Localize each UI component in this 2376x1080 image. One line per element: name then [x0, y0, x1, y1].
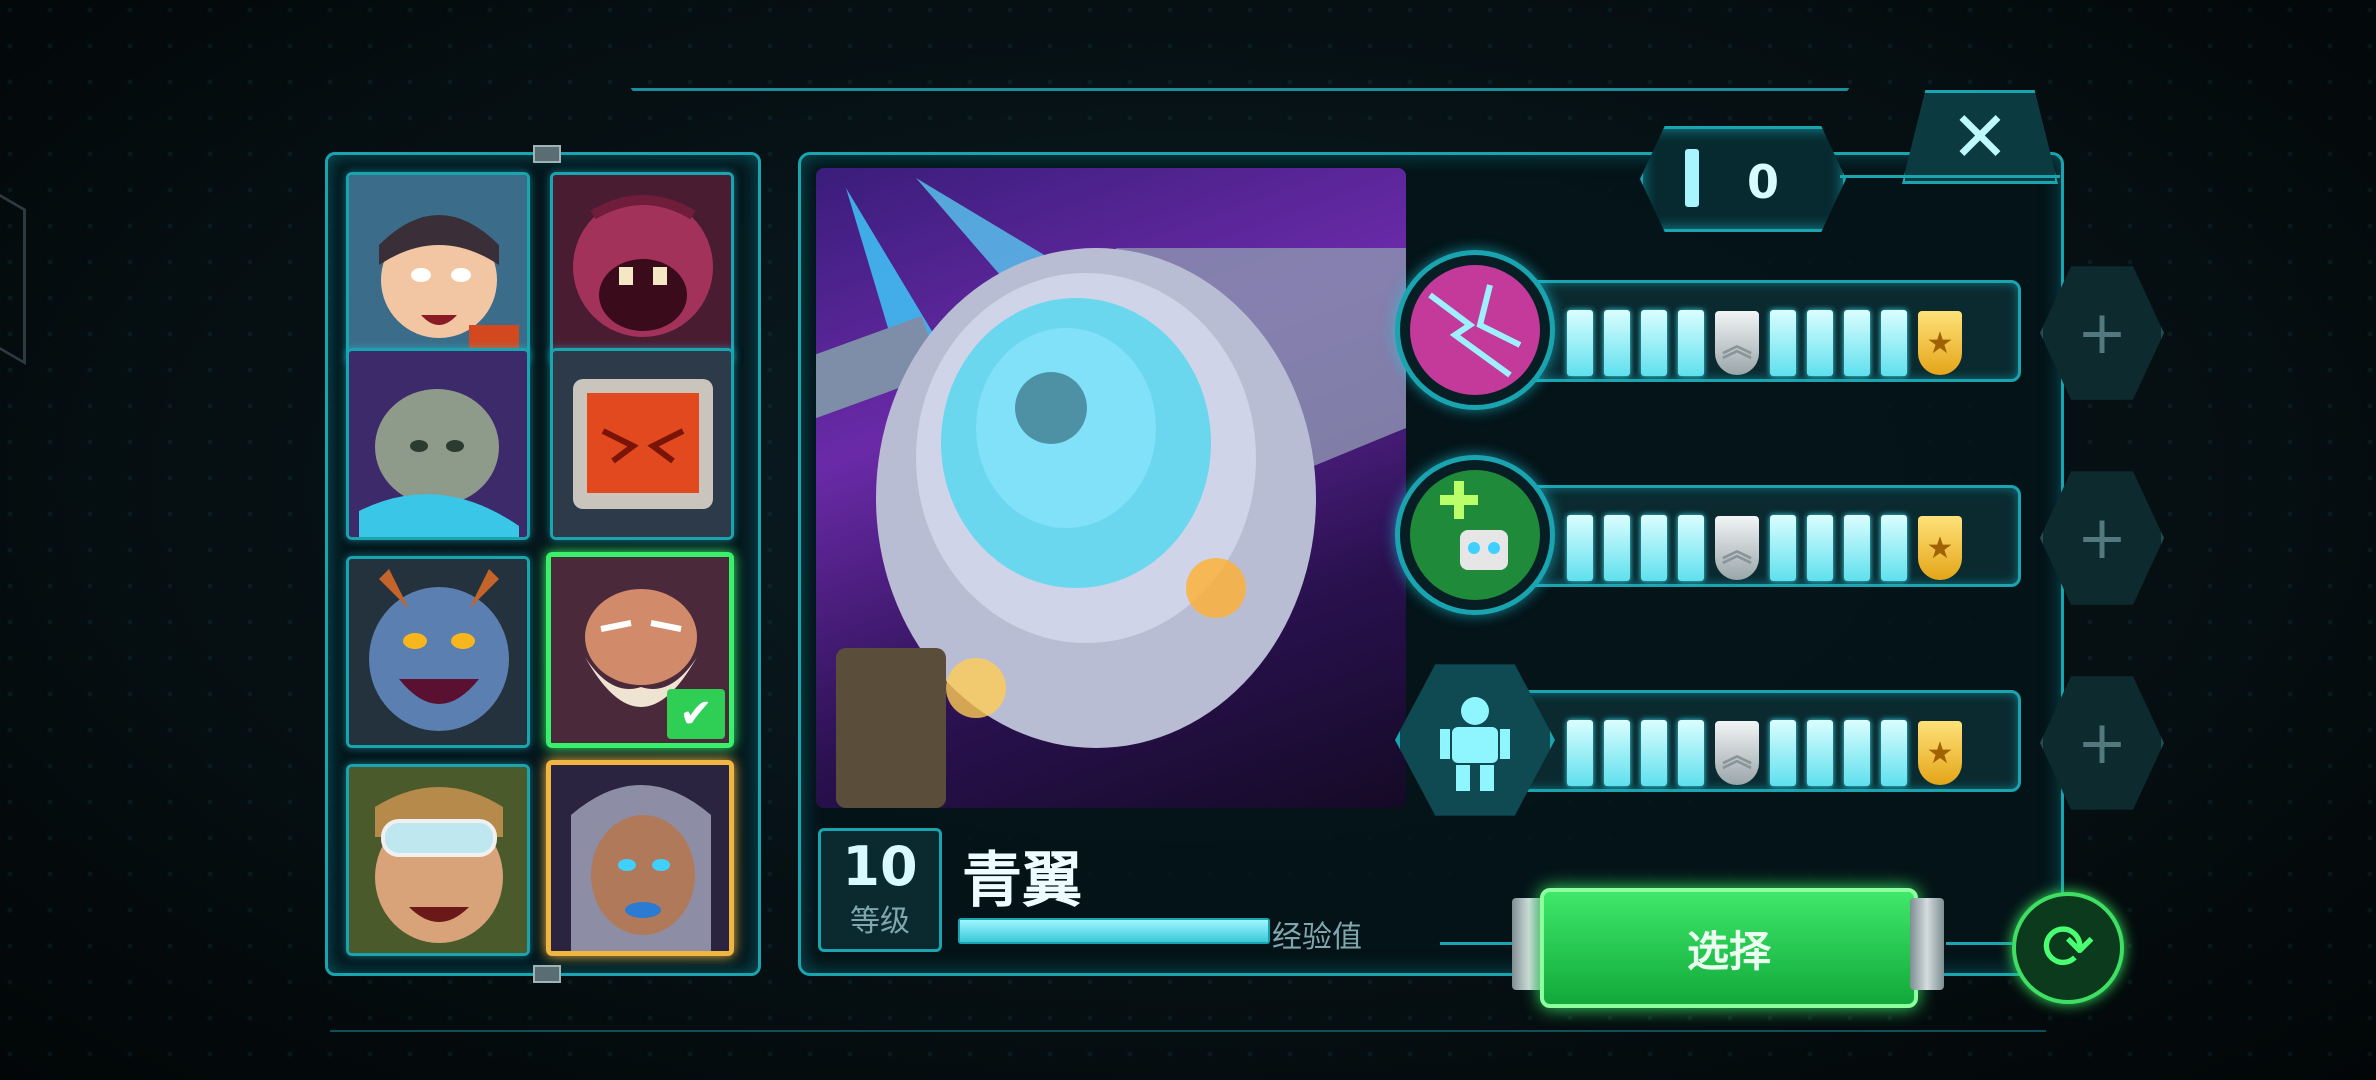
hero-slot-pilot-goggles[interactable]: [346, 764, 530, 956]
level-segment: [1604, 310, 1630, 376]
hero-slot-blue-troll[interactable]: [346, 556, 530, 748]
silver-rank-icon: ︽: [1715, 311, 1759, 375]
hero-level-badge: 10 等级: [818, 828, 942, 952]
lightning-orb-icon[interactable]: [1395, 250, 1555, 410]
level-segment: [1807, 310, 1833, 376]
ability-row-1: ︽ ★: [1395, 250, 2021, 410]
counter-bar-icon: [1685, 149, 1699, 207]
currency-counter: 0: [1640, 126, 1846, 232]
level-segment: [1567, 310, 1593, 376]
level-segment: [1807, 515, 1833, 581]
hero-slot-rock-golem[interactable]: [346, 348, 530, 540]
hero-slot-girl-angry[interactable]: [346, 172, 530, 364]
hero-slot-old-bearded[interactable]: ✔: [546, 552, 734, 748]
level-segment: [1641, 720, 1667, 786]
level-segment: [1641, 310, 1667, 376]
level-segment: [1641, 515, 1667, 581]
level-segment: [1881, 720, 1907, 786]
level-segment: [1770, 720, 1796, 786]
level-segment: [1678, 310, 1704, 376]
gold-star-rank-icon: ★: [1918, 721, 1962, 785]
robot-armor-icon[interactable]: [1395, 664, 1555, 816]
level-segment: [1604, 515, 1630, 581]
roster-bottom-knob: [533, 965, 561, 983]
close-button[interactable]: ✕: [1902, 90, 2058, 184]
frame-connector: [1840, 175, 2060, 178]
select-right-cap: [1910, 898, 1944, 990]
hero-portrait-pilot-goggles-icon: [349, 767, 527, 953]
level-segment: [1770, 310, 1796, 376]
hero-slot-blue-lips-woman[interactable]: [546, 760, 734, 956]
hero-portrait-rock-golem-icon: [349, 351, 527, 537]
hero-slot-purple-monster[interactable]: [550, 172, 734, 364]
hero-portrait-purple-monster-icon: [553, 175, 731, 361]
xp-label: 经验值: [1272, 920, 1362, 955]
silver-rank-icon: ︽: [1715, 516, 1759, 580]
level-segment: [1844, 310, 1870, 376]
ability-level-bar: ︽ ★: [1567, 720, 1962, 786]
frame-connector: [1946, 942, 2012, 945]
xp-bar-fill: [960, 920, 1268, 942]
level-segment: [1567, 720, 1593, 786]
level-segment: [1881, 310, 1907, 376]
hero-portrait-tv-robot-icon: [553, 351, 731, 537]
gold-star-rank-icon: ★: [1918, 311, 1962, 375]
level-segment: [1604, 720, 1630, 786]
refresh-button[interactable]: ⟳: [2012, 892, 2124, 1004]
hero-slot-tv-robot[interactable]: [550, 348, 734, 540]
hero-level-label: 等级: [850, 904, 910, 939]
level-segment: [1881, 515, 1907, 581]
level-segment: [1807, 720, 1833, 786]
silver-rank-icon: ︽: [1715, 721, 1759, 785]
level-segment: [1844, 515, 1870, 581]
level-segment: [1770, 515, 1796, 581]
xp-bar: [958, 918, 1270, 944]
selected-check-icon: ✔: [667, 689, 725, 739]
ability-row-3: ︽ ★: [1395, 660, 2021, 816]
ability-row-2: ︽ ★: [1395, 455, 2021, 615]
counter-value: 0: [1747, 155, 1780, 209]
level-segment: [1678, 720, 1704, 786]
spaceship-icon: [816, 178, 1406, 808]
hero-ship-illustration: [816, 168, 1406, 808]
ability-level-bar: ︽ ★: [1567, 515, 1962, 581]
hero-portrait-blue-lips-woman-icon: [551, 765, 729, 951]
hero-name: 青翼: [962, 846, 1082, 916]
level-segment: [1567, 515, 1593, 581]
hero-level-value: 10: [842, 835, 918, 898]
select-button[interactable]: 选择: [1540, 888, 1918, 1008]
level-segment: [1678, 515, 1704, 581]
bottom-frame-line: [330, 1030, 2046, 1032]
hero-portrait-girl-angry-icon: [349, 175, 527, 361]
ability-level-bar: ︽ ★: [1567, 310, 1962, 376]
roster-top-knob: [533, 145, 561, 163]
level-segment: [1844, 720, 1870, 786]
gold-star-rank-icon: ★: [1918, 516, 1962, 580]
hero-portrait-blue-troll-icon: [349, 559, 527, 745]
heal-drone-icon[interactable]: [1395, 455, 1555, 615]
top-frame: [580, 18, 1900, 91]
